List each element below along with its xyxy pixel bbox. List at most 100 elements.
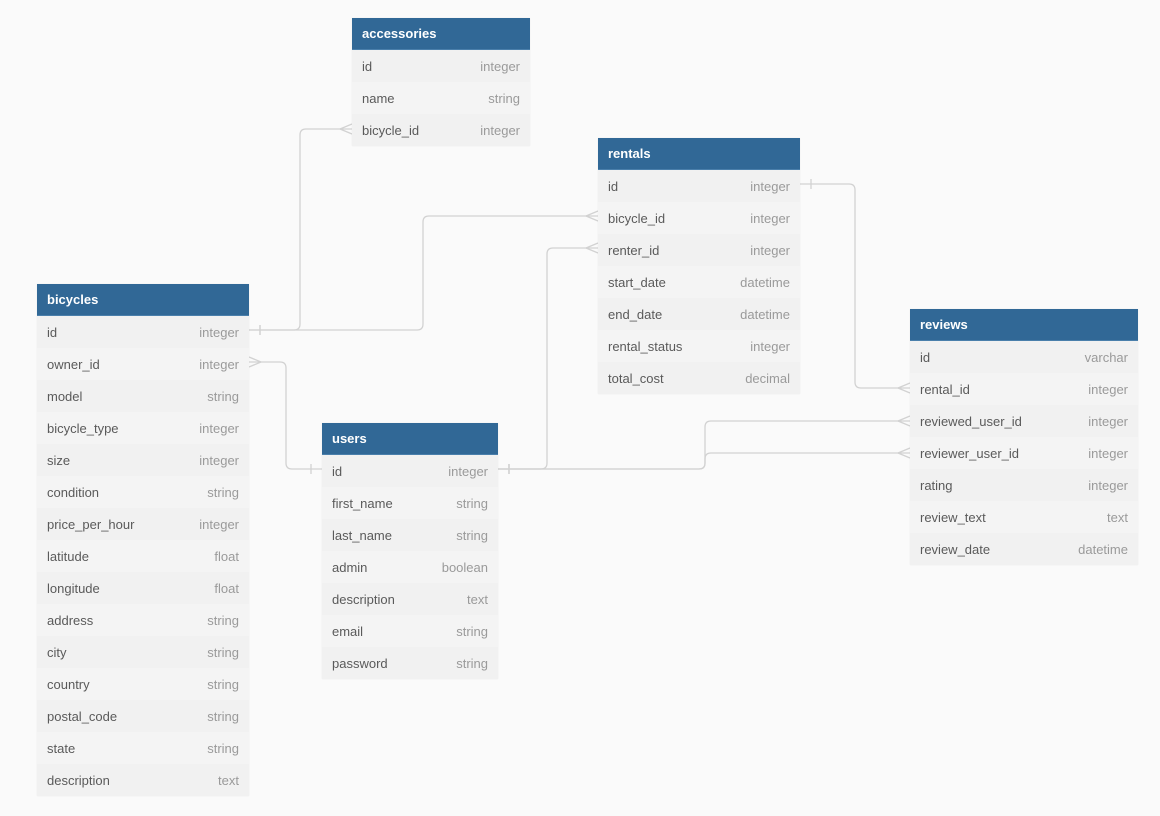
column-name: admin (332, 559, 368, 575)
column-row[interactable]: description text (322, 583, 498, 615)
column-type: datetime (740, 306, 790, 322)
column-name: review_date (920, 541, 991, 557)
column-row[interactable]: id integer (598, 170, 800, 202)
column-type: string (207, 484, 239, 500)
column-type: datetime (1078, 541, 1128, 557)
table-reviews[interactable]: reviews id varchar rental_id integer reviewed… (910, 309, 1138, 565)
column-row[interactable]: bicycle_type integer (37, 412, 249, 444)
column-type: varchar (1084, 349, 1128, 365)
table-users[interactable]: users id integer first_name string last_name s… (322, 423, 498, 679)
column-name: password (332, 655, 388, 671)
table-header[interactable]: accessories (352, 18, 530, 50)
column-name: renter_id (608, 242, 660, 258)
column-type: float (214, 580, 239, 596)
column-row[interactable]: condition string (37, 476, 249, 508)
column-name: reviewer_user_id (920, 445, 1019, 461)
column-name: first_name (332, 495, 393, 511)
column-type: string (207, 676, 239, 692)
column-row[interactable]: postal_code string (37, 700, 249, 732)
column-row[interactable]: review_text text (910, 501, 1138, 533)
column-name: end_date (608, 306, 663, 322)
column-row[interactable]: last_name string (322, 519, 498, 551)
table-rentals[interactable]: rentals id integer bicycle_id integer renter_… (598, 138, 800, 394)
column-row[interactable]: rating integer (910, 469, 1138, 501)
column-row[interactable]: end_date datetime (598, 298, 800, 330)
column-name: rental_status (608, 338, 683, 354)
column-row[interactable]: reviewed_user_id integer (910, 405, 1138, 437)
column-type: datetime (740, 274, 790, 290)
column-name: email (332, 623, 364, 639)
column-row[interactable]: size integer (37, 444, 249, 476)
column-type: integer (199, 356, 239, 372)
column-name: state (47, 740, 76, 756)
column-type: string (207, 612, 239, 628)
column-row[interactable]: bicycle_id integer (352, 114, 530, 146)
column-row[interactable]: longitude float (37, 572, 249, 604)
column-type: integer (1088, 477, 1128, 493)
column-row[interactable]: id integer (352, 50, 530, 82)
column-name: id (332, 463, 343, 479)
column-type: string (456, 495, 488, 511)
column-row[interactable]: id integer (322, 455, 498, 487)
relationship-line (498, 452, 910, 470)
column-row[interactable]: first_name string (322, 487, 498, 519)
column-row[interactable]: country string (37, 668, 249, 700)
column-row[interactable]: renter_id integer (598, 234, 800, 266)
relationship-line (249, 128, 352, 331)
relationship-line (249, 361, 322, 470)
column-row[interactable]: bicycle_id integer (598, 202, 800, 234)
column-row[interactable]: owner_id integer (37, 348, 249, 380)
column-type: decimal (745, 370, 790, 386)
column-type: string (207, 740, 239, 756)
column-row[interactable]: model string (37, 380, 249, 412)
column-row[interactable]: rental_id integer (910, 373, 1138, 405)
column-name: model (47, 388, 83, 404)
column-row[interactable]: password string (322, 647, 498, 679)
column-type: string (456, 527, 488, 543)
column-name: start_date (608, 274, 666, 290)
column-row[interactable]: reviewer_user_id integer (910, 437, 1138, 469)
column-row[interactable]: name string (352, 82, 530, 114)
column-row[interactable]: total_cost decimal (598, 362, 800, 394)
column-type: integer (1088, 381, 1128, 397)
column-row[interactable]: start_date datetime (598, 266, 800, 298)
column-name: bicycle_id (362, 122, 420, 138)
column-row[interactable]: price_per_hour integer (37, 508, 249, 540)
column-name: bicycle_id (608, 210, 666, 226)
table-bicycles[interactable]: bicycles id integer owner_id integer model str… (37, 284, 249, 796)
column-type: float (214, 548, 239, 564)
column-type: text (1107, 509, 1128, 525)
column-row[interactable]: address string (37, 604, 249, 636)
column-type: string (456, 623, 488, 639)
column-name: bicycle_type (47, 420, 119, 436)
column-row[interactable]: latitude float (37, 540, 249, 572)
column-row[interactable]: id varchar (910, 341, 1138, 373)
column-row[interactable]: email string (322, 615, 498, 647)
column-type: integer (448, 463, 488, 479)
table-header[interactable]: rentals (598, 138, 800, 170)
column-type: text (218, 772, 239, 788)
column-row[interactable]: description text (37, 764, 249, 796)
column-row[interactable]: id integer (37, 316, 249, 348)
column-name: rating (920, 477, 953, 493)
column-type: string (207, 644, 239, 660)
table-header[interactable]: users (322, 423, 498, 455)
relationship-line (800, 183, 910, 389)
table-header[interactable]: bicycles (37, 284, 249, 316)
column-type: string (456, 655, 488, 671)
column-row[interactable]: admin boolean (322, 551, 498, 583)
column-name: description (47, 772, 110, 788)
column-name: city (47, 644, 67, 660)
column-name: postal_code (47, 708, 118, 724)
column-row[interactable]: city string (37, 636, 249, 668)
relationship-line (249, 215, 598, 331)
column-name: latitude (47, 548, 89, 564)
column-type: text (467, 591, 488, 607)
column-row[interactable]: rental_status integer (598, 330, 800, 362)
column-row[interactable]: review_date datetime (910, 533, 1138, 565)
column-name: id (362, 58, 373, 74)
table-accessories[interactable]: accessories id integer name string bicycle_id… (352, 18, 530, 146)
column-name: name (362, 90, 395, 106)
column-row[interactable]: state string (37, 732, 249, 764)
table-header[interactable]: reviews (910, 309, 1138, 341)
